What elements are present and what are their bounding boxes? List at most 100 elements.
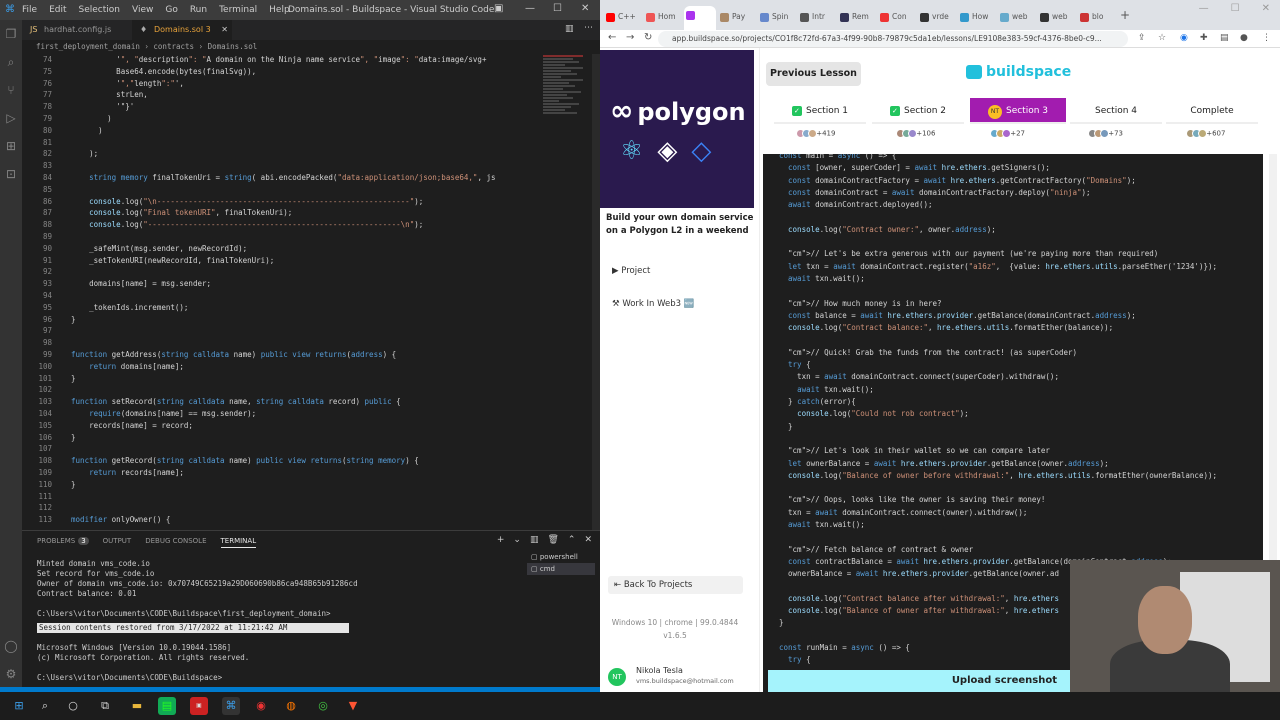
browser-tab[interactable]: blo (1078, 8, 1116, 26)
search-icon[interactable]: ⌕ (36, 697, 54, 715)
source-control-icon[interactable]: ⑂ (0, 76, 22, 104)
code-line[interactable]: 90 _safeMint(msg.sender, newRecordId); (22, 243, 542, 255)
tab-problems[interactable]: PROBLEMS 3 (37, 537, 89, 548)
tab-complete[interactable]: Complete (1166, 98, 1258, 124)
browser-tab[interactable]: Intr (798, 8, 836, 26)
buildspace-logo[interactable]: buildspace (966, 64, 1071, 80)
breadcrumb[interactable]: first_deployment_domain › contracts › Do… (22, 40, 600, 54)
code-line[interactable]: 113 modifier onlyOwner() { (22, 514, 542, 526)
split-editor-icon[interactable]: ▥ (565, 24, 574, 34)
explorer-icon[interactable]: ❐ (0, 20, 22, 48)
new-terminal-icon[interactable]: + (497, 535, 505, 545)
code-line[interactable]: 92 (22, 266, 542, 278)
code-line[interactable]: 111 (22, 491, 542, 503)
menu-item[interactable]: Go (165, 5, 177, 15)
code-line[interactable]: 87 console.log("Final tokenURI", finalTo… (22, 207, 542, 219)
maximize-panel-icon[interactable]: ⌃ (568, 535, 576, 545)
code-line[interactable]: 84 string memory finalTokenUri = string(… (22, 172, 542, 184)
code-line[interactable]: 101 } (22, 373, 542, 385)
code-line[interactable]: 95 _tokenIds.increment(); (22, 302, 542, 314)
code-line[interactable]: 109 return records[name]; (22, 467, 542, 479)
new-tab-icon[interactable]: + (1120, 8, 1130, 22)
code-line[interactable]: 105 records[name] = record; (22, 420, 542, 432)
code-line[interactable]: 103 function setRecord(string calldata n… (22, 396, 542, 408)
back-to-projects-button[interactable]: ⇤ Back To Projects (608, 576, 743, 594)
split-terminal-icon[interactable]: ▥ (530, 535, 539, 545)
sidebar-link-work-in-web3[interactable]: ⚒ Work In Web3 🆕 (612, 299, 694, 309)
browser-tab[interactable]: web (1038, 8, 1076, 26)
browser-tab[interactable]: How (958, 8, 996, 26)
code-line[interactable]: 77 strLen, (22, 89, 542, 101)
task-view-icon[interactable]: ⧉ (96, 697, 114, 715)
code-line[interactable]: 85 (22, 184, 542, 196)
code-line[interactable]: 96 } (22, 314, 542, 326)
code-line[interactable]: 86 console.log("\n----------------------… (22, 196, 542, 208)
browser-tab[interactable]: vrde (918, 8, 956, 26)
forward-arrow-icon[interactable]: → (626, 32, 634, 43)
account-icon[interactable]: ◯ (0, 632, 22, 660)
chrome-icon[interactable]: ◎ (314, 697, 332, 715)
puzzle-extensions-icon[interactable]: ✚ (1200, 33, 1208, 43)
browser-tab[interactable]: web (998, 8, 1036, 26)
code-line[interactable]: 93 domains[name] = msg.sender; (22, 278, 542, 290)
remote-icon[interactable]: ⊡ (0, 160, 22, 188)
close-panel-icon[interactable]: ✕ (584, 535, 592, 545)
code-line[interactable]: 94 (22, 290, 542, 302)
code-line[interactable]: 112 (22, 502, 542, 514)
code-line[interactable]: 88 console.log("------------------------… (22, 219, 542, 231)
close-icon[interactable]: ✕ (1262, 3, 1270, 14)
tab-terminal[interactable]: TERMINAL (220, 537, 257, 548)
menu-item[interactable]: Selection (79, 5, 120, 15)
minimize-icon[interactable]: — (1199, 3, 1209, 14)
streaming-app-icon[interactable]: ▣ (190, 697, 208, 715)
back-arrow-icon[interactable]: ← (608, 32, 616, 43)
sidebar-icon[interactable]: ▤ (1220, 33, 1229, 43)
menu-item[interactable]: Run (190, 5, 207, 15)
url-input[interactable]: app.buildspace.so/projects/CO1f8c72fd-67… (658, 31, 1128, 47)
layout-icon[interactable]: ▣ (494, 3, 503, 14)
run-debug-icon[interactable]: ▷ (0, 104, 22, 132)
chevron-down-icon[interactable]: ⌄ (513, 535, 521, 545)
share-icon[interactable]: ⇪ (1138, 33, 1146, 43)
minimap[interactable] (543, 54, 591, 144)
menu-item[interactable]: File (22, 5, 37, 15)
tab-close-icon[interactable]: ✕ (221, 20, 228, 40)
browser-tab[interactable] (684, 6, 716, 30)
browser-menu-icon[interactable]: ⋮ (1262, 33, 1271, 43)
cortana-icon[interactable]: ○ (64, 697, 82, 715)
code-line[interactable]: 74 '", "description": "A domain on the N… (22, 54, 542, 66)
obs-icon[interactable]: ◉ (252, 697, 270, 715)
menu-item[interactable]: View (132, 5, 153, 15)
code-line[interactable]: 106 } (22, 432, 542, 444)
profile-avatar-icon[interactable]: ● (1240, 33, 1248, 43)
maximize-icon[interactable]: ☐ (553, 3, 562, 14)
settings-gear-icon[interactable]: ⚙ (0, 660, 22, 688)
tab-domains-sol[interactable]: ♦ Domains.sol 3 ✕ (132, 20, 232, 40)
terminal-item-cmd[interactable]: ▢ cmd (527, 563, 595, 575)
code-line[interactable]: 81 (22, 137, 542, 149)
code-line[interactable]: 83 (22, 160, 542, 172)
tab-debug-console[interactable]: DEBUG CONSOLE (145, 537, 206, 548)
file-explorer-icon[interactable]: ▬ (128, 697, 146, 715)
browser-tab[interactable]: C++ (604, 8, 642, 26)
bookmark-star-icon[interactable]: ☆ (1158, 33, 1166, 43)
menu-item[interactable]: Terminal (219, 5, 257, 15)
brave-icon[interactable]: ▼ (344, 697, 362, 715)
code-line[interactable]: 91 _setTokenURI(newRecordId, finalTokenU… (22, 255, 542, 267)
code-line[interactable]: 99 function getAddress(string calldata n… (22, 349, 542, 361)
trash-icon[interactable]: 🗑 (547, 535, 558, 545)
code-line[interactable]: 108 function getRecord(string calldata n… (22, 455, 542, 467)
extension-icon[interactable]: ◉ (1180, 33, 1188, 43)
browser-tab[interactable]: Spin (758, 8, 796, 26)
tab-hardhat-config[interactable]: JS hardhat.config.js (22, 20, 132, 40)
tab-section-4[interactable]: Section 4 (1070, 98, 1162, 124)
code-line[interactable]: 98 (22, 337, 542, 349)
code-line[interactable]: 79 ) (22, 113, 542, 125)
green-app-icon[interactable]: ▤ (158, 697, 176, 715)
code-line[interactable]: 76 '","length":"', (22, 78, 542, 90)
terminal-item-powershell[interactable]: ▢ powershell (527, 551, 595, 563)
windows-start-icon[interactable]: ⊞ (10, 697, 28, 715)
terminal-output[interactable]: Minted domain vms_code.io Set record for … (37, 559, 517, 683)
minimize-icon[interactable]: — (525, 3, 535, 14)
extensions-icon[interactable]: ⊞ (0, 132, 22, 160)
